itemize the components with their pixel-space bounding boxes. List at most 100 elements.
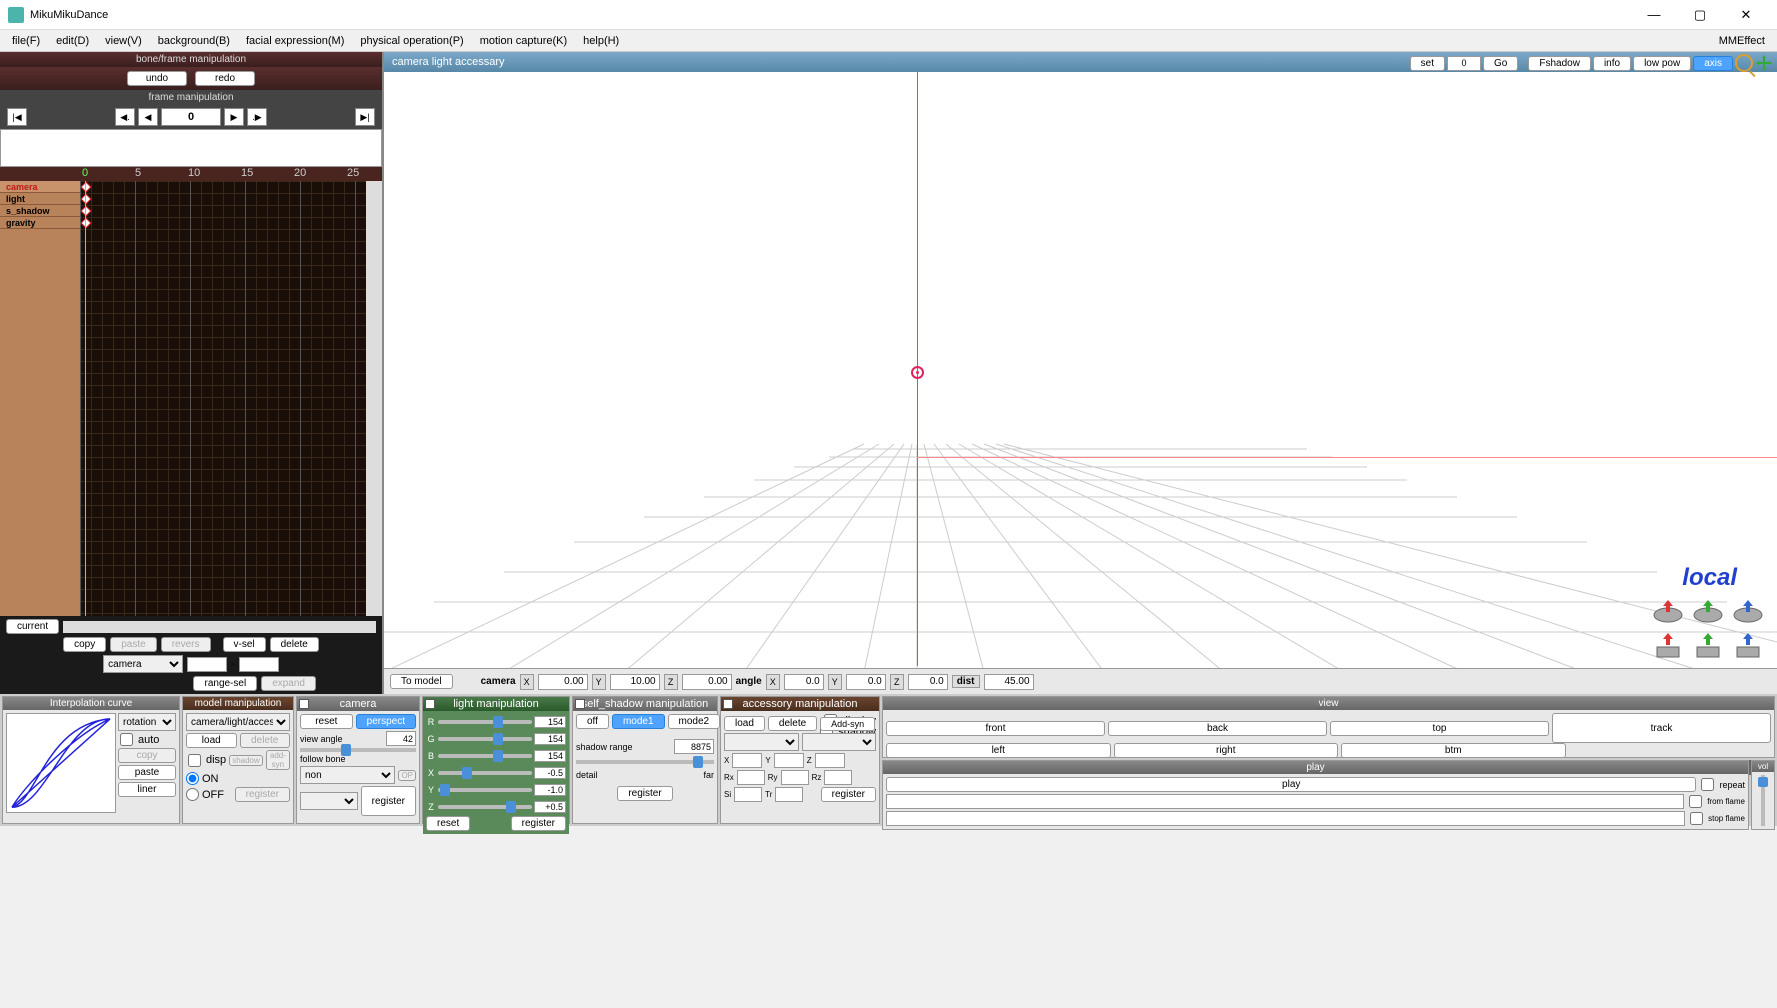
to-model-button[interactable]: To model	[390, 674, 453, 689]
acc-z-input[interactable]	[815, 753, 845, 768]
from-frame-input[interactable]	[886, 794, 1684, 809]
minimize-button[interactable]: —	[1631, 0, 1677, 30]
rotate-x-icon[interactable]	[1651, 597, 1685, 625]
camera-register-button[interactable]: register	[361, 786, 416, 816]
vp-frame-input[interactable]	[1447, 56, 1481, 71]
play-button[interactable]: play	[886, 777, 1696, 792]
view-front-button[interactable]: front	[886, 721, 1105, 736]
repeat-check[interactable]	[1701, 778, 1714, 791]
search-icon[interactable]	[1735, 54, 1753, 72]
acc-y-input[interactable]	[774, 753, 804, 768]
current-button[interactable]: current	[6, 619, 59, 634]
ang-y-input[interactable]	[846, 674, 886, 690]
light-z-slider[interactable]	[438, 805, 532, 809]
track-shadow[interactable]: s_shadow	[0, 205, 80, 217]
view-btm-button[interactable]: btm	[1341, 743, 1566, 758]
volume-slider[interactable]	[1761, 775, 1765, 826]
undo-button[interactable]: undo	[127, 71, 187, 86]
light-r-slider[interactable]	[438, 720, 532, 724]
playhead[interactable]	[85, 181, 86, 616]
acc-select2[interactable]	[802, 733, 877, 751]
light-b-input[interactable]	[534, 750, 566, 762]
frame-prev-key-button[interactable]: ◀.	[115, 108, 135, 126]
acc-x-input[interactable]	[732, 753, 762, 768]
view-angle-slider[interactable]	[300, 748, 416, 752]
shadow-toggle-icon[interactable]	[575, 699, 585, 709]
light-reset-button[interactable]: reset	[426, 816, 470, 831]
camera-toggle-icon[interactable]	[299, 699, 309, 709]
cam-x-input[interactable]	[538, 674, 588, 690]
rotate-y-icon[interactable]	[1691, 597, 1725, 625]
light-register-button[interactable]: register	[511, 816, 566, 831]
interp-copy-button[interactable]: copy	[118, 748, 176, 763]
view-left-button[interactable]: left	[886, 743, 1111, 758]
vp-lowpow-button[interactable]: low pow	[1633, 56, 1691, 71]
vp-set-button[interactable]: set	[1410, 56, 1445, 71]
track-gravity[interactable]: gravity	[0, 217, 80, 229]
timeline-ruler[interactable]: 0 5 10 15 20 25	[0, 167, 382, 181]
view-angle-input[interactable]	[386, 731, 416, 746]
op-button[interactable]: OP	[398, 770, 416, 781]
model-register-button[interactable]: register	[235, 787, 290, 802]
cam-y-input[interactable]	[610, 674, 660, 690]
acc-register-button[interactable]: register	[821, 787, 876, 802]
frame-number-input[interactable]	[161, 108, 221, 126]
interp-paste-button[interactable]: paste	[118, 765, 176, 780]
model-on-radio[interactable]	[186, 772, 199, 785]
acc-rz-input[interactable]	[824, 770, 852, 785]
viewport-3d[interactable]: camera light accessary set Go Fshadow in…	[382, 52, 1777, 694]
model-select[interactable]: camera/light/accesso	[186, 713, 290, 731]
move-z-icon[interactable]	[1731, 631, 1765, 659]
frame-last-button[interactable]: ▶|	[355, 108, 375, 126]
close-button[interactable]: ✕	[1723, 0, 1769, 30]
vp-fshadow-button[interactable]: Fshadow	[1528, 56, 1591, 71]
tl-delete-button[interactable]: delete	[270, 637, 319, 652]
acc-tr-input[interactable]	[775, 787, 803, 802]
disp-check[interactable]	[188, 754, 201, 767]
follow-bone-select2[interactable]	[300, 792, 358, 810]
move-y-icon[interactable]	[1691, 631, 1725, 659]
light-y-input[interactable]	[534, 784, 566, 796]
model-addsyn-button[interactable]: add-syn	[266, 750, 290, 770]
stop-frame-check[interactable]	[1690, 812, 1703, 825]
menu-file[interactable]: file(F)	[4, 33, 48, 49]
tl-paste-button[interactable]: paste	[110, 637, 156, 652]
tl-reverse-button[interactable]: revers	[161, 637, 211, 652]
dist-input[interactable]	[984, 674, 1034, 690]
camera-target-icon[interactable]	[911, 366, 924, 379]
redo-button[interactable]: redo	[195, 71, 255, 86]
model-load-button[interactable]: load	[186, 733, 237, 748]
light-z-input[interactable]	[534, 801, 566, 813]
ang-x-input[interactable]	[784, 674, 824, 690]
timeline-body[interactable]: camera light s_shadow gravity	[0, 181, 382, 616]
interp-curve-canvas[interactable]	[6, 713, 116, 813]
model-shadow-button[interactable]: shadow	[229, 755, 263, 766]
camera-perspect-button[interactable]: perspect	[356, 714, 416, 729]
interp-mode-select[interactable]: rotation	[118, 713, 176, 731]
move-x-icon[interactable]	[1651, 631, 1685, 659]
track-light[interactable]: light	[0, 193, 80, 205]
shadow-range-input[interactable]	[674, 739, 714, 754]
vp-info-button[interactable]: info	[1593, 56, 1631, 71]
acc-rx-input[interactable]	[737, 770, 765, 785]
frame-first-button[interactable]: |◀	[7, 108, 27, 126]
acc-load-button[interactable]: load	[724, 716, 765, 731]
frame-prev-button[interactable]: ◀	[138, 108, 158, 126]
shadow-register-button[interactable]: register	[617, 786, 672, 801]
light-b-slider[interactable]	[438, 754, 532, 758]
acc-delete-button[interactable]: delete	[768, 716, 817, 731]
view-back-button[interactable]: back	[1108, 721, 1327, 736]
view-top-button[interactable]: top	[1330, 721, 1549, 736]
menu-motion[interactable]: motion capture(K)	[472, 33, 575, 49]
shadow-mode1-button[interactable]: mode1	[612, 714, 665, 729]
maximize-button[interactable]: ▢	[1677, 0, 1723, 30]
range-from-input[interactable]	[187, 657, 227, 672]
acc-select1[interactable]	[724, 733, 799, 751]
acc-ry-input[interactable]	[781, 770, 809, 785]
menu-physical[interactable]: physical operation(P)	[352, 33, 471, 49]
light-toggle-icon[interactable]	[425, 699, 435, 709]
timeline-scrollbar[interactable]	[366, 181, 382, 616]
track-camera[interactable]: camera	[0, 181, 80, 193]
shadow-mode2-button[interactable]: mode2	[668, 714, 721, 729]
tl-target-select[interactable]: camera	[103, 655, 183, 673]
